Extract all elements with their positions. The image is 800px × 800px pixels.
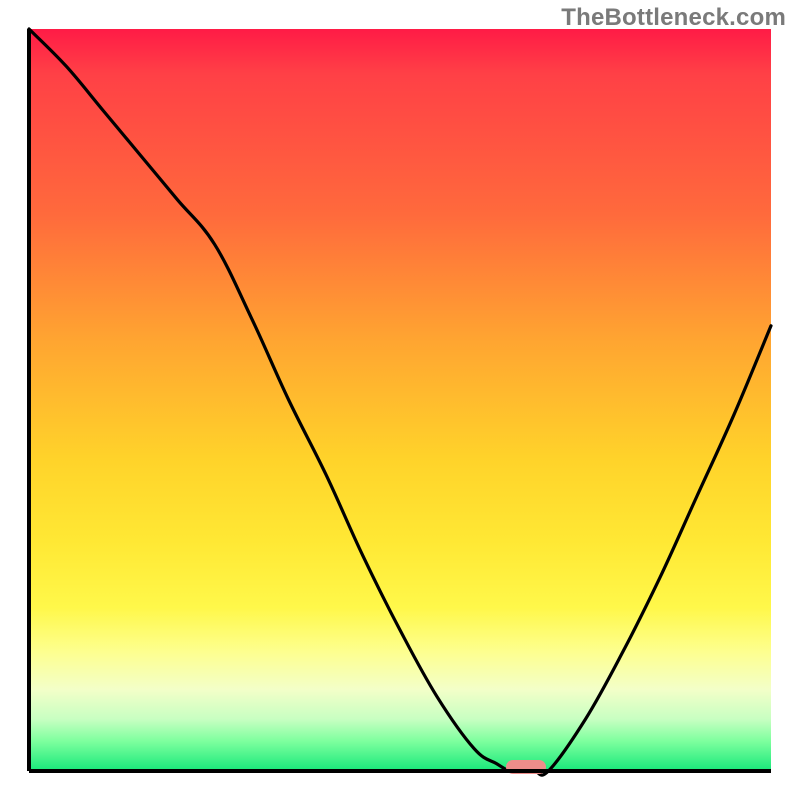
watermark-text: TheBottleneck.com [561,4,786,32]
optimal-point-marker [506,760,546,774]
plot-area [29,29,771,771]
chart-container: TheBottleneck.com [0,0,800,800]
bottleneck-curve [29,29,771,771]
